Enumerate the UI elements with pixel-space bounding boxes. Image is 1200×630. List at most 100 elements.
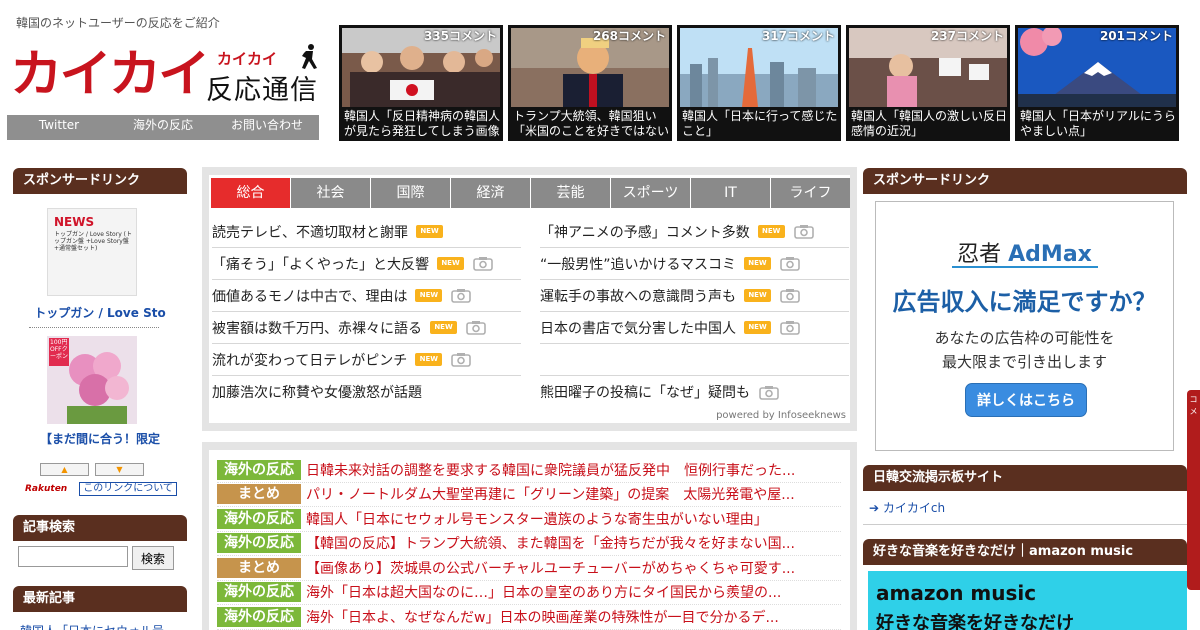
category-badge: 海外の反応 <box>217 508 301 529</box>
article-row[interactable]: まとめ パリ・ノートルダム大聖堂再建に「グリーン建築」の提案 太陽光発電や屋... <box>217 483 841 507</box>
right-sidebar: スポンサードリンク 忍者 AdMax 広告収入に満足ですか？ あなたの広告枠の可… <box>863 168 1187 630</box>
featured-article[interactable]: 237コメント 韓国人「韓国人の激しい反日感情の近況」 <box>846 25 1010 141</box>
news-tabs: 総合 社会 国際 経済 芸能 スポーツ IT ライフ <box>211 178 851 208</box>
search-section: 記事検索 <box>13 515 187 541</box>
news-item[interactable]: 熊田曜子の投稿に「なぜ」疑問も <box>540 376 849 408</box>
tab-economy[interactable]: 経済 <box>451 178 530 208</box>
featured-title: トランプ大統領、韓国狙い「米国のことを好きではない <box>513 109 669 138</box>
news-column-right: 「神アニメの予感」コメント多数 NEW “一般男性”追いかけるマスコミ NEW 運転手の… <box>540 216 849 408</box>
category-badge: 海外の反応 <box>217 459 301 480</box>
news-item-title: 「痛そう」「よくやった」と大反響 <box>212 256 429 273</box>
featured-article[interactable]: 268コメント トランプ大統領、韓国狙い「米国のことを好きではない <box>508 25 672 141</box>
sponsor-heading: スポンサードリンク <box>863 168 1187 194</box>
tab-entertainment[interactable]: 芸能 <box>531 178 610 208</box>
news-item[interactable]: “一般男性”追いかけるマスコミ NEW <box>540 248 849 280</box>
article-list-widget: 海外の反応 日韓未来対話の調整を要求する韓国に衆院議員が猛反発中 恒例行事だった.… <box>202 442 857 630</box>
ninja-logo-b: AdMax <box>1008 242 1092 267</box>
camera-icon <box>780 288 800 303</box>
nav-overseas-reaction[interactable]: 海外の反応 <box>111 115 215 140</box>
tab-it[interactable]: IT <box>691 178 770 208</box>
news-item-title: 加藤浩次に称賛や女優激怒が話題 <box>212 385 422 401</box>
article-row[interactable]: 海外の反応 韓国人「日本にセウォル号モンスター遺族のような寄生虫がいない理由」 <box>217 507 841 532</box>
tab-sports[interactable]: スポーツ <box>611 178 690 208</box>
news-item[interactable]: 読売テレビ、不適切取材と謝罪 NEW <box>212 216 521 248</box>
news-item[interactable]: 流れが変わって日テレがピンチ NEW <box>212 344 521 376</box>
article-title: 韓国人「日本にセウォル号モンスター遺族のような寄生虫がいない理由」 <box>306 511 768 528</box>
news-item[interactable]: 被害額は数千万円、赤裸々に語る NEW <box>212 312 521 344</box>
news-item[interactable]: 価値あるモノは中古で、理由は NEW <box>212 280 521 312</box>
site-tagline: 韓国のネットユーザーの反応をご紹介 <box>16 16 220 30</box>
nav-contact[interactable]: お問い合わせ <box>215 115 319 140</box>
ad-small-text: トップガン / Love Story (トップガン盤 +Love Story盤 … <box>54 231 132 252</box>
featured-article[interactable]: 201コメント 韓国人「日本がリアルにうらやましい点」 <box>1015 25 1179 141</box>
comment-count: 201コメント <box>1099 29 1173 43</box>
logo-main-text: カイカイ <box>10 45 211 103</box>
article-title: 海外「日本よ、なぜなんだw」日本の映画産業の特殊性が一目で分かるデ... <box>306 609 779 626</box>
ninja-admax-ad[interactable]: 忍者 AdMax 広告収入に満足ですか？ あなたの広告枠の可能性を 最大限まで引… <box>875 201 1174 451</box>
category-badge: 海外の反応 <box>217 582 301 603</box>
site-logo[interactable]: カイカイ カイカイ 反応通信 <box>10 44 320 106</box>
ad-prev-button[interactable]: ▲ <box>40 463 89 476</box>
news-panel: 総合 社会 国際 経済 芸能 スポーツ IT ライフ 読売テレビ、不適切取材と謝… <box>209 175 850 423</box>
news-item-title: 運転手の事故への意識問う声も <box>540 288 736 305</box>
category-badge: 海外の反応 <box>217 533 301 554</box>
rakuten-logo: Rakuten <box>25 484 68 494</box>
music-heading: 好きな音楽を好きなだけ｜amazon music <box>863 539 1187 565</box>
news-widget: 総合 社会 国際 経済 芸能 スポーツ IT ライフ 読売テレビ、不適切取材と謝… <box>202 167 857 431</box>
flower-ad-image[interactable]: 100円OFFクーポン <box>47 336 137 424</box>
article-row[interactable]: 海外の反応 海外「日本よ、なぜなんだw」日本の映画産業の特殊性が一目で分かるデ..… <box>217 605 841 630</box>
cd-ad-link[interactable]: トップガン / Love Sto <box>13 304 187 321</box>
tab-international[interactable]: 国際 <box>371 178 450 208</box>
powered-by-text: powered by Infoseeknews <box>716 410 846 421</box>
news-item[interactable]: 加藤浩次に称賛や女優激怒が話題 <box>212 376 521 408</box>
news-item[interactable]: 日本の書店で気分害した中国人 NEW <box>540 312 849 344</box>
search-input[interactable] <box>18 546 128 567</box>
latest-heading: 最新記事 <box>13 586 187 612</box>
new-badge: NEW <box>437 257 464 270</box>
new-badge: NEW <box>415 353 443 366</box>
flower-ad-link[interactable]: 【まだ間に合う！限定 <box>13 430 187 447</box>
amazon-music-ad[interactable]: amazon music 好きな音楽を好きなだけ <box>868 571 1187 630</box>
news-item[interactable]: 「痛そう」「よくやった」と大反響 NEW <box>212 248 521 280</box>
featured-title: 韓国人「韓国人の激しい反日感情の近況」 <box>851 109 1007 138</box>
category-badge: 海外の反応 <box>217 606 301 627</box>
category-badge: まとめ <box>217 557 301 578</box>
ninja-logo-underline <box>952 266 1098 268</box>
tab-life[interactable]: ライフ <box>771 178 850 208</box>
article-row[interactable]: 海外の反応 海外「日本は超大国なのに…」日本の皇室のあり方にタイ国民から羨望の..… <box>217 581 841 605</box>
divider <box>29 327 159 328</box>
news-item[interactable]: 「神アニメの予感」コメント多数 NEW <box>540 216 849 248</box>
featured-article[interactable]: 317コメント 韓国人「日本に行って感じたこと」 <box>677 25 841 141</box>
new-badge: NEW <box>430 321 457 334</box>
ninja-headline: 広告収入に満足ですか？ <box>892 288 1157 316</box>
featured-article[interactable]: 335コメント 韓国人「反日精神病の韓国人が見たら発狂してしまう画像 <box>339 25 503 141</box>
comment-side-tab[interactable]: コメ <box>1187 390 1200 590</box>
article-row[interactable]: まとめ 【画像あり】茨城県の公式バーチャルユーチューバーがめちゃくちゃ可愛す... <box>217 556 841 581</box>
news-item[interactable]: 運転手の事故への意識問う声も NEW <box>540 280 849 312</box>
bbs-link[interactable]: ➔ カイカイch <box>869 499 1187 516</box>
new-badge: NEW <box>757 225 785 238</box>
tab-society[interactable]: 社会 <box>291 178 370 208</box>
new-badge: NEW <box>415 289 443 302</box>
camera-icon <box>451 352 472 367</box>
search-form: 検索 <box>18 546 174 570</box>
cd-ad-image[interactable]: NEWS トップガン / Love Story (トップガン盤 +Love St… <box>47 208 137 296</box>
nav-twitter[interactable]: Twitter <box>7 115 111 140</box>
search-button[interactable]: 検索 <box>132 546 174 570</box>
article-title: 【韓国の反応】トランプ大統領、また韓国を「金持ちだが我々を好まない国... <box>306 536 795 553</box>
article-list: 海外の反応 日韓未来対話の調整を要求する韓国に衆院議員が猛反発中 恒例行事だった.… <box>209 450 850 630</box>
tab-general[interactable]: 総合 <box>211 178 290 208</box>
about-link-button[interactable]: このリンクについて <box>79 482 177 496</box>
article-row[interactable]: 海外の反応 日韓未来対話の調整を要求する韓国に衆院議員が猛反発中 恒例行事だった.… <box>217 458 841 483</box>
ninja-details-button[interactable]: 詳しくはこちら <box>965 383 1087 417</box>
article-row[interactable]: 海外の反応 【韓国の反応】トランプ大統領、また韓国を「金持ちだが我々を好まない国.… <box>217 532 841 556</box>
camera-icon <box>793 224 814 239</box>
ninja-subtext: あなたの広告枠の可能性を 最大限まで引き出します <box>876 326 1173 374</box>
comment-count: 268コメント <box>592 29 666 43</box>
news-item-title: 価値あるモノは中古で、理由は <box>212 288 408 305</box>
ad-next-button[interactable]: ▼ <box>95 463 144 476</box>
news-item-title: 読売テレビ、不適切取材と謝罪 <box>212 224 408 241</box>
new-badge: NEW <box>744 289 771 302</box>
latest-article-link[interactable]: 韓国人「日本にセウォル号 <box>20 622 164 630</box>
coupon-tag: 100円OFFクーポン <box>49 338 69 366</box>
